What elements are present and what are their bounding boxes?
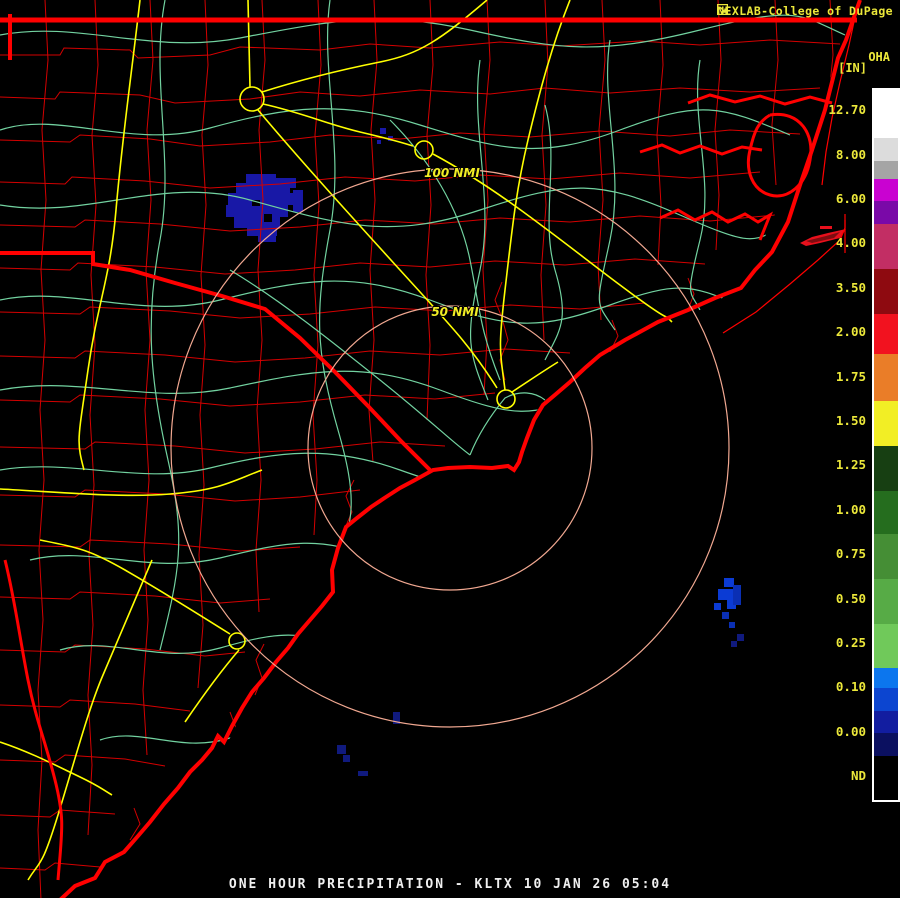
color-scale-segment [874,314,898,354]
range-ring-label-100: 100 NMI [424,166,480,180]
color-scale-segment [874,138,898,161]
range-ring-label-50: 50 NMI [431,305,479,319]
color-scale-segment [874,711,898,733]
color-scale-segment [874,624,898,668]
precip-echo-offshore-blue [337,578,744,776]
color-scale-segment [874,688,898,711]
color-scale-segment [874,201,898,224]
color-scale-segment [874,224,898,269]
color-scale-segment [874,161,898,179]
range-ring-100nmi [170,168,730,728]
color-scale-value-label: 0.50 [835,590,866,606]
color-scale-value-label: 4.00 [835,235,866,251]
coastline [3,0,862,900]
range-ring-50nmi [307,305,593,591]
color-scale-value-label: 1.25 [835,457,866,473]
range-rings [170,168,730,728]
color-scale-segment [874,668,898,688]
radar-map-canvas: 100 NMI 50 NMI [0,0,862,900]
color-scale-value-label: 0.75 [835,546,866,562]
color-scale-segment [874,269,898,314]
cod-logo-icon [717,4,729,15]
color-scale-segment [874,733,898,756]
color-scale-segment [874,534,898,579]
color-scale-segment [874,90,898,138]
radar-map-page: 100 NMI 50 NMI NEXLAB-College of DuPage … [0,0,900,900]
brand-text: NEXLAB-College of DuPage [717,4,893,18]
color-scale-segment [874,179,898,201]
brand: NEXLAB-College of DuPage [717,4,893,18]
color-scale-value-label: 1.50 [835,413,866,428]
product-units-label: [IN] [838,61,867,75]
color-scale-segment [874,401,898,446]
highways [0,0,673,881]
color-scale-segment [874,491,898,534]
color-scale-bar [872,88,900,802]
neuse-river [659,208,774,241]
color-scale-value-label: 3.50 [835,279,866,295]
pamlico-sound [746,112,813,198]
color-scale-value-label: 1.75 [835,368,866,384]
color-scale-segment [874,756,898,800]
color-scale-segment [874,579,898,624]
color-scale-value-label: 8.00 [835,146,866,162]
color-scale-segment [874,354,898,401]
precip-echo-inland-trace [226,128,393,242]
color-scale-value-label: 0.10 [835,679,866,695]
albemarle-sound [687,93,833,106]
color-scale-value-label: 0.25 [835,635,866,650]
county-boundaries [0,0,841,900]
color-scale-value-label: 1.00 [835,501,866,517]
color-scale-value-label: 2.00 [835,324,866,340]
color-scale-value-label: 12.70 [828,102,866,118]
color-scale-segment [874,446,898,491]
product-code-label: OHA [868,50,890,64]
color-scale-value-label: ND [850,768,866,784]
product-caption: ONE HOUR PRECIPITATION - KLTX 10 JAN 26 … [228,877,672,892]
color-scale-value-label: 6.00 [835,191,866,206]
color-scale-value-label: 0.00 [835,723,866,739]
